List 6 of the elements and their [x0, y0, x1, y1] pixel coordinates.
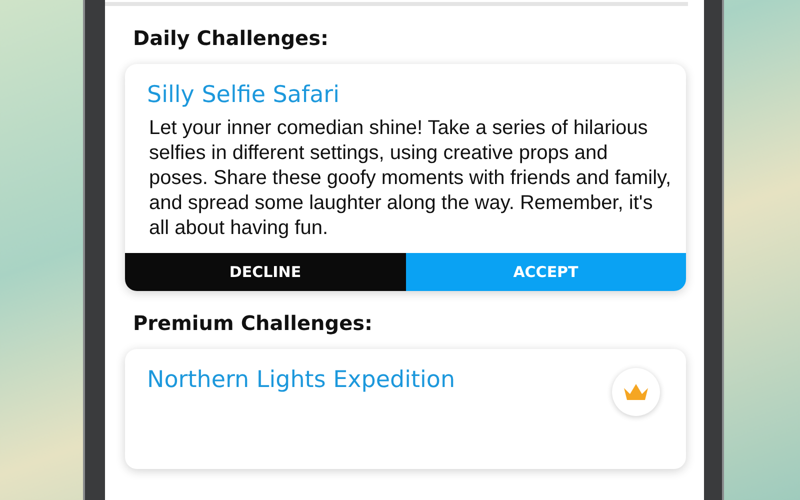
- decline-button[interactable]: DECLINE: [125, 253, 406, 291]
- section-heading: Daily Challenges:: [133, 26, 330, 50]
- challenge-title: Northern Lights Expedition: [147, 367, 456, 393]
- section-heading: Premium Challenges:: [133, 311, 374, 335]
- challenge-title: Silly Selfie Safari: [147, 82, 341, 108]
- challenge-description: Let your inner comedian shine! Take a series of hilarious selfies in different settings, using creative props and poses. Share these goofy moments with friends and family, and spread some laughter along the way. Remember, it's all about having fun.: [148, 116, 672, 241]
